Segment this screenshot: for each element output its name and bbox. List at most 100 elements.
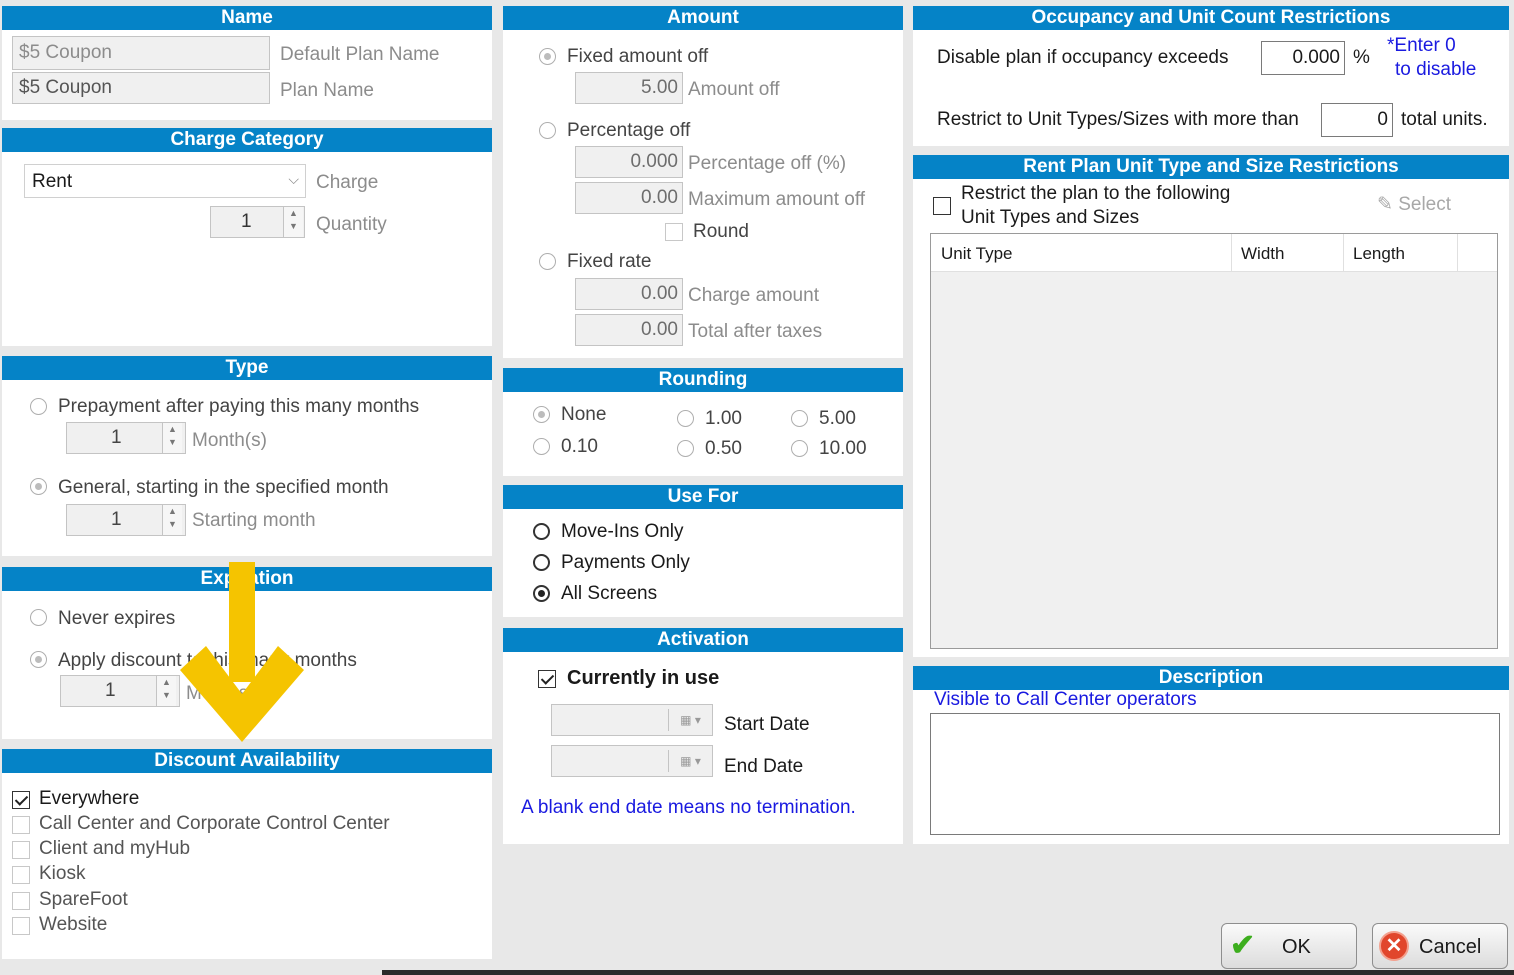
starting-month-spin-buttons[interactable]: ▲ ▼ [162, 505, 182, 535]
expiration-months-value: 1 [105, 680, 116, 701]
sparefoot-checkbox[interactable] [12, 892, 30, 910]
plan-name-field[interactable]: $5 Coupon [12, 72, 270, 104]
website-checkbox[interactable] [12, 917, 30, 935]
never-expires-radio[interactable] [30, 609, 47, 626]
never-expires-label: Never expires [58, 608, 176, 629]
rounding-010-label: 0.10 [561, 436, 598, 457]
total-after-taxes-label: Total after taxes [688, 321, 823, 342]
payments-only-label: Payments Only [561, 552, 690, 573]
rounding-010-radio[interactable] [533, 438, 550, 455]
cancel-button-label: Cancel [1419, 936, 1482, 958]
rounding-050-label: 0.50 [705, 438, 742, 459]
ok-button[interactable]: ✔ OK [1221, 923, 1357, 969]
bottom-divider [382, 970, 1514, 975]
months-spin-buttons[interactable]: ▲ ▼ [162, 423, 182, 453]
payments-only-radio[interactable] [533, 554, 550, 571]
end-date-picker[interactable]: ▦ ▾ [551, 745, 713, 777]
calendar-icon: ▦ ▾ [668, 750, 712, 772]
everywhere-checkbox[interactable] [12, 791, 30, 809]
restrict-plan-line1: Restrict the plan to the following [961, 183, 1231, 204]
select-button[interactable]: ✎ Select [1377, 193, 1451, 216]
move-ins-only-radio[interactable] [533, 523, 550, 540]
rounding-header: Rounding [503, 368, 903, 392]
maximum-amount-off-field[interactable]: 0.00 [575, 182, 683, 214]
discount-availability-panel: Discount Availability Everywhere Call Ce… [2, 749, 492, 959]
prepayment-radio[interactable] [30, 398, 47, 415]
currently-in-use-checkbox[interactable] [538, 670, 556, 688]
occupancy-field[interactable]: 0.000 [1261, 41, 1345, 75]
amount-off-field[interactable]: 5.00 [575, 72, 683, 104]
fixed-amount-off-radio[interactable] [539, 48, 556, 65]
all-screens-radio[interactable] [533, 585, 550, 602]
discount-availability-header: Discount Availability [2, 749, 492, 773]
column-unit-type[interactable]: Unit Type [941, 244, 1013, 264]
percentage-off-radio[interactable] [539, 122, 556, 139]
general-radio[interactable] [30, 478, 47, 495]
amount-panel: Amount Fixed amount off 5.00 Amount off … [503, 6, 903, 358]
end-date-label: End Date [724, 756, 804, 777]
down-arrow-annotation [180, 562, 304, 742]
description-panel: Description Visible to Call Center opera… [913, 666, 1509, 844]
to-disable-hint: to disable [1395, 59, 1477, 80]
grid-header-row: Unit Type Width Length [931, 234, 1497, 272]
rounding-10-label: 10.00 [819, 438, 867, 459]
charge-category-panel: Charge Category Rent ⌵ Charge 1 ▲ ▼ Quant… [2, 128, 492, 346]
percentage-off-field[interactable]: 0.000 [575, 146, 683, 178]
rounding-1-radio[interactable] [677, 410, 694, 427]
restrict-plan-checkbox[interactable] [933, 197, 951, 215]
type-panel: Type Prepayment after paying this many m… [2, 356, 492, 556]
rounding-5-radio[interactable] [791, 410, 808, 427]
rounding-10-radio[interactable] [791, 440, 808, 457]
checkmark-icon: ✔ [1230, 929, 1256, 962]
fixed-rate-label: Fixed rate [567, 251, 652, 272]
charge-label: Charge [316, 172, 379, 193]
round-label: Round [693, 221, 749, 242]
cancel-icon: ✕ [1379, 931, 1409, 961]
description-textarea[interactable] [930, 713, 1500, 835]
plan-name-label: Plan Name [280, 80, 374, 101]
starting-month-value: 1 [111, 509, 122, 530]
starting-month-label: Starting month [192, 510, 316, 531]
end-date-note: A blank end date means no termination. [521, 797, 856, 818]
unit-type-grid[interactable]: Unit Type Width Length [930, 233, 1498, 649]
column-divider [1457, 234, 1458, 272]
client-myhub-checkbox[interactable] [12, 841, 30, 859]
charge-amount-field[interactable]: 0.00 [575, 278, 683, 310]
apply-discount-radio[interactable] [30, 651, 47, 668]
start-date-picker[interactable]: ▦ ▾ [551, 704, 713, 736]
total-units-field[interactable]: 0 [1321, 103, 1393, 137]
total-after-taxes-field[interactable]: 0.00 [575, 314, 683, 346]
rounding-none-radio[interactable] [533, 406, 550, 423]
ok-button-label: OK [1282, 936, 1311, 958]
total-units-suffix: total units. [1401, 109, 1488, 130]
quantity-spin-buttons[interactable]: ▲ ▼ [283, 207, 303, 237]
charge-select[interactable]: Rent ⌵ [24, 164, 306, 198]
column-width[interactable]: Width [1241, 244, 1284, 264]
occupancy-panel: Occupancy and Unit Count Restrictions Di… [913, 6, 1509, 146]
occupancy-header: Occupancy and Unit Count Restrictions [913, 6, 1509, 30]
general-label: General, starting in the specified month [58, 477, 389, 498]
kiosk-checkbox[interactable] [12, 866, 30, 884]
type-header: Type [2, 356, 492, 380]
currently-in-use-label: Currently in use [567, 667, 720, 689]
rounding-1-label: 1.00 [705, 408, 742, 429]
rounding-050-radio[interactable] [677, 440, 694, 457]
charge-category-header: Charge Category [2, 128, 492, 152]
fixed-rate-radio[interactable] [539, 253, 556, 270]
default-plan-name-label: Default Plan Name [280, 44, 440, 65]
months-value: 1 [111, 427, 122, 448]
description-header: Description [913, 666, 1509, 690]
default-plan-name-field: $5 Coupon [12, 36, 270, 70]
cancel-button[interactable]: ✕ Cancel [1372, 923, 1508, 969]
enter-zero-hint: *Enter 0 [1387, 35, 1456, 56]
edit-icon: ✎ [1377, 194, 1393, 215]
activation-header: Activation [503, 628, 903, 652]
name-header: Name [2, 6, 492, 30]
call-center-checkbox[interactable] [12, 816, 30, 834]
rent-plan-header: Rent Plan Unit Type and Size Restriction… [913, 155, 1509, 179]
percentage-off-field-label: Percentage off (%) [688, 153, 847, 174]
restrict-units-label: Restrict to Unit Types/Sizes with more t… [937, 109, 1299, 130]
expiration-months-spin-buttons[interactable]: ▲ ▼ [156, 676, 176, 706]
column-length[interactable]: Length [1353, 244, 1405, 264]
round-checkbox[interactable] [665, 223, 683, 241]
